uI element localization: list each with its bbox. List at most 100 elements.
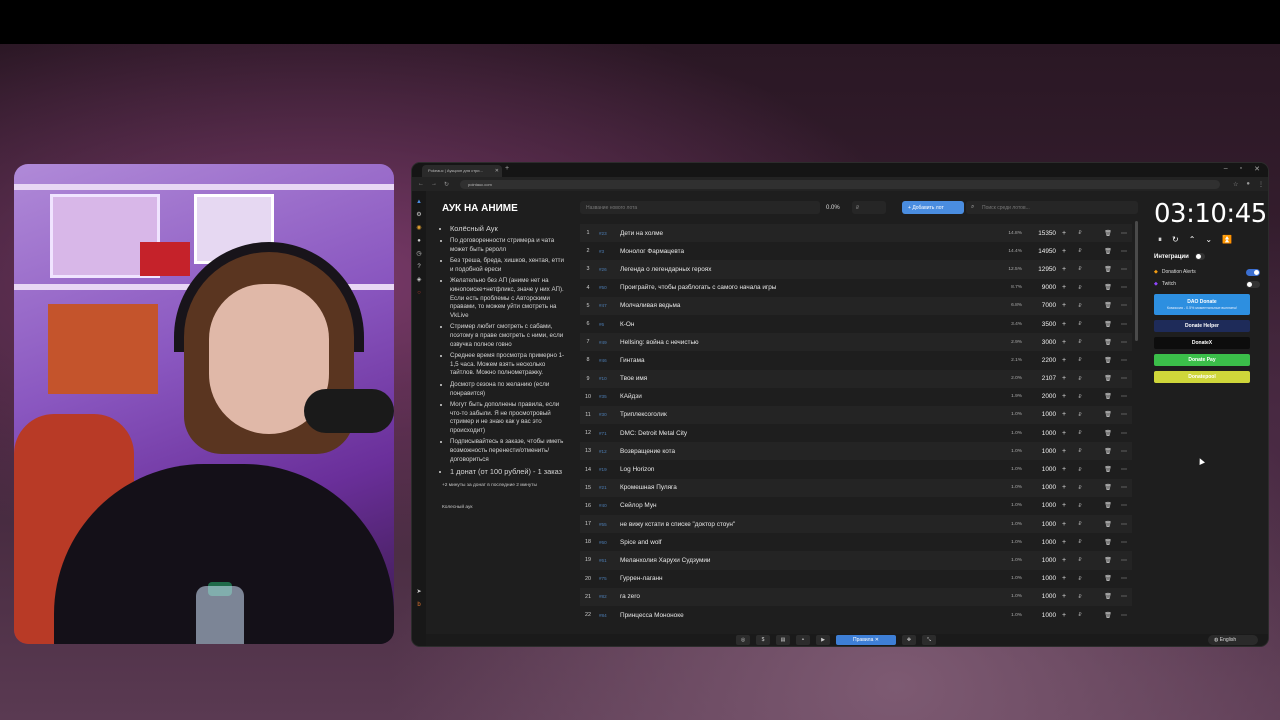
donation-service-tile[interactable]: Donate Pay [1154,354,1250,366]
lot-row[interactable]: 19 #61 Меланхолия Харухи Судзумии 1.0% 1000 +… [580,551,1132,570]
currency-icon[interactable]: ₽ [1072,594,1088,600]
currency-icon[interactable]: ₽ [1072,303,1088,309]
currency-icon[interactable]: ₽ [1072,230,1088,236]
browser-tab[interactable]: Pokeauc | Аукцион для стри... ✕ [422,165,502,177]
more-icon[interactable]: ⋯ [1116,448,1132,455]
integrations-toggle[interactable] [1194,253,1205,260]
telegram-icon[interactable]: ➤ [416,589,423,596]
add-amount-icon[interactable]: + [1056,411,1072,418]
lot-row[interactable]: 1 #23 Дети на холме 14.8% 15350 + ₽ 🗑 ⋯ [580,224,1132,243]
add-amount-icon[interactable]: + [1056,593,1072,600]
currency-icon[interactable]: ₽ [1072,539,1088,545]
currency-icon[interactable]: ₽ [1072,321,1088,327]
lot-name[interactable]: Сейлор Мун [620,502,988,509]
add-amount-icon[interactable]: + [1056,284,1072,291]
lot-name[interactable]: КАйдзи [620,393,988,400]
history-icon[interactable]: ● [416,238,423,245]
lot-amount[interactable]: 1000 [1022,593,1056,600]
time-down-icon[interactable]: ⌄ [1205,235,1212,245]
delete-icon[interactable]: 🗑 [1100,466,1116,473]
delete-icon[interactable]: 🗑 [1100,448,1116,455]
lot-amount[interactable]: 9000 [1022,284,1056,291]
lot-name[interactable]: Проиграйте, чтобы разблогать с самого на… [620,284,988,291]
stats-icon[interactable]: ○ [416,290,423,297]
more-icon[interactable]: ⋯ [1116,411,1132,418]
lot-amount[interactable]: 12950 [1022,266,1056,273]
list-view-icon[interactable]: ▤ [776,635,790,645]
lot-name[interactable]: Триплексоголик [620,411,988,418]
currency-icon[interactable]: ₽ [1072,412,1088,418]
donation-service-tile[interactable]: DAO Donate Комиссия - 0.5% моментальные в… [1154,294,1250,315]
lot-name[interactable]: Spice and wolf [620,539,988,546]
lot-name[interactable]: DMC: Detroit Metal City [620,430,988,437]
delete-icon[interactable]: 🗑 [1100,321,1116,328]
currency-icon[interactable]: ₽ [1072,557,1088,563]
donation-service-tile[interactable]: Donate Helper [1154,320,1250,332]
currency-icon[interactable]: ₽ [1072,576,1088,582]
add-amount-icon[interactable]: + [1056,357,1072,364]
lot-amount[interactable]: 3500 [1022,321,1056,328]
video-icon[interactable]: ▶ [816,635,830,645]
currency-icon[interactable]: ₽ [1072,521,1088,527]
reload-icon[interactable]: ↻ [444,181,449,188]
donate-icon[interactable]: $ [756,635,770,645]
lot-row[interactable]: 15 #21 Кромешная Пуляга 1.0% 1000 + ₽ 🗑 ⋯ [580,478,1132,497]
lot-name[interactable]: Легенда о легендарных героях [620,266,988,273]
rules-toggle-button[interactable]: Правила ✕ [836,635,896,645]
add-lot-button[interactable]: + Добавить лот [902,201,964,214]
delete-icon[interactable]: 🗑 [1100,230,1116,237]
currency-icon[interactable]: ₽ [1072,248,1088,254]
more-icon[interactable]: ⋯ [1116,266,1132,273]
lot-amount[interactable]: 1000 [1022,557,1056,564]
maximize-icon[interactable]: ▫ [1240,165,1242,173]
currency-icon[interactable]: ₽ [1072,357,1088,363]
add-amount-icon[interactable]: + [1056,266,1072,273]
delete-icon[interactable]: 🗑 [1100,266,1116,273]
url-field[interactable]: pointauc.com [460,179,1221,189]
add-amount-icon[interactable]: + [1056,484,1072,491]
add-amount-icon[interactable]: + [1056,230,1072,237]
time-up-icon[interactable]: ⌃ [1189,235,1196,245]
delete-icon[interactable]: 🗑 [1100,557,1116,564]
lot-name[interactable]: Монолог Фармацевта [620,248,988,255]
lot-amount[interactable]: 2200 [1022,357,1056,364]
delete-icon[interactable]: 🗑 [1100,502,1116,509]
add-amount-icon[interactable]: + [1056,321,1072,328]
more-icon[interactable]: ⋯ [1116,375,1132,382]
more-icon[interactable]: ⋯ [1116,575,1132,582]
more-icon[interactable]: ⋯ [1116,593,1132,600]
more-icon[interactable]: ⋯ [1116,230,1132,237]
timer-icon[interactable]: ◷ [416,251,423,258]
delete-icon[interactable]: 🗑 [1100,375,1116,382]
add-amount-icon[interactable]: + [1056,521,1072,528]
lot-name[interactable]: ra zero [620,593,988,600]
delete-icon[interactable]: 🗑 [1100,339,1116,346]
lot-search-input[interactable]: ⌕ Поиск среди лотов... [966,201,1138,214]
add-amount-icon[interactable]: + [1056,302,1072,309]
add-amount-icon[interactable]: + [1056,466,1072,473]
more-icon[interactable]: ⋯ [1116,521,1132,528]
lot-name[interactable]: Log Horizon [620,466,988,473]
lot-amount[interactable]: 2000 [1022,393,1056,400]
add-amount-icon[interactable]: + [1056,612,1072,619]
lot-row[interactable]: 12 #71 DMC: Detroit Metal City 1.0% 1000 + ₽ 🗑 ⋯ [580,424,1132,443]
shield-icon[interactable]: ◈ [416,277,423,284]
lot-row[interactable]: 17 #55 не вижу кстати в списке "доктор сто… [580,515,1132,534]
more-icon[interactable]: ⋯ [1116,484,1132,491]
profile-icon[interactable]: ● [1246,181,1250,188]
lot-amount[interactable]: 1000 [1022,502,1056,509]
lot-name[interactable]: Hellsing: война с нечистью [620,339,988,346]
new-tab-icon[interactable]: + [505,165,509,172]
lot-row[interactable]: 9 #10 Твое имя 2.0% 2107 + ₽ 🗑 ⋯ [580,369,1132,388]
donation-service-tile[interactable]: DonateX [1154,337,1250,349]
more-icon[interactable]: ⋯ [1116,248,1132,255]
add-amount-icon[interactable]: + [1056,248,1072,255]
add-amount-icon[interactable]: + [1056,557,1072,564]
delete-icon[interactable]: 🗑 [1100,575,1116,582]
currency-icon[interactable]: ₽ [1072,430,1088,436]
more-icon[interactable]: ⋯ [1116,321,1132,328]
lot-name[interactable]: Кромешная Пуляга [620,484,988,491]
more-icon[interactable]: ⋯ [1116,284,1132,291]
lot-amount[interactable]: 1000 [1022,521,1056,528]
lot-name[interactable]: Гинтама [620,357,988,364]
